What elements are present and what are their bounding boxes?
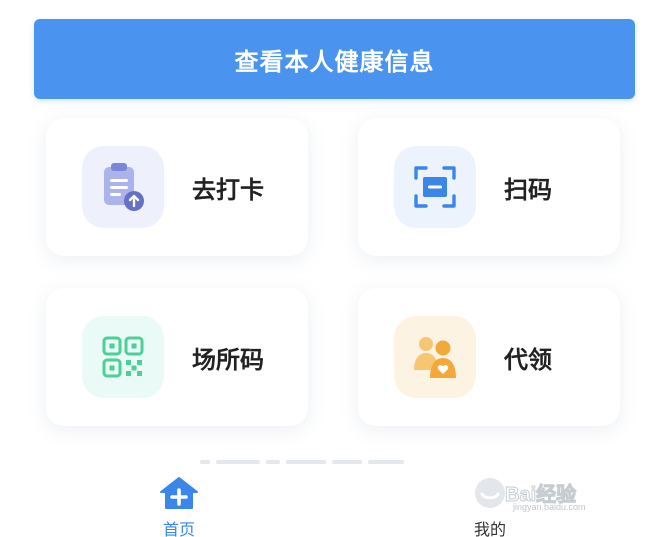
place-code-label: 场所码 <box>192 345 264 374</box>
hidden-content-strip <box>200 455 450 469</box>
clipboard-upload-icon <box>82 146 164 228</box>
checkin-card[interactable]: 去打卡 <box>46 118 308 256</box>
scan-frame-icon <box>394 146 476 228</box>
proxy-card[interactable]: 代领 <box>358 288 620 426</box>
tab-home[interactable]: 首页 <box>119 476 239 537</box>
view-health-info-label: 查看本人健康信息 <box>234 47 435 76</box>
people-icon <box>394 316 476 398</box>
checkin-label: 去打卡 <box>192 175 264 204</box>
home-page: 查看本人健康信息 去打卡 扫码 场所码 代领 首页 我的 Bai经验 jingy… <box>0 0 656 537</box>
scan-label: 扫码 <box>504 175 552 204</box>
watermark-sub-text: jingyan.baidu.com <box>513 502 586 512</box>
qr-code-icon <box>82 316 164 398</box>
scan-card[interactable]: 扫码 <box>358 118 620 256</box>
view-health-info-button[interactable]: 查看本人健康信息 <box>34 19 635 99</box>
proxy-label: 代领 <box>504 345 552 374</box>
tab-home-label: 首页 <box>162 520 195 537</box>
place-code-card[interactable]: 场所码 <box>46 288 308 426</box>
tab-mine-label: 我的 <box>473 520 506 537</box>
baidu-watermark: Bai经验 jingyan.baidu.com <box>504 478 585 513</box>
home-plus-icon <box>157 476 201 510</box>
